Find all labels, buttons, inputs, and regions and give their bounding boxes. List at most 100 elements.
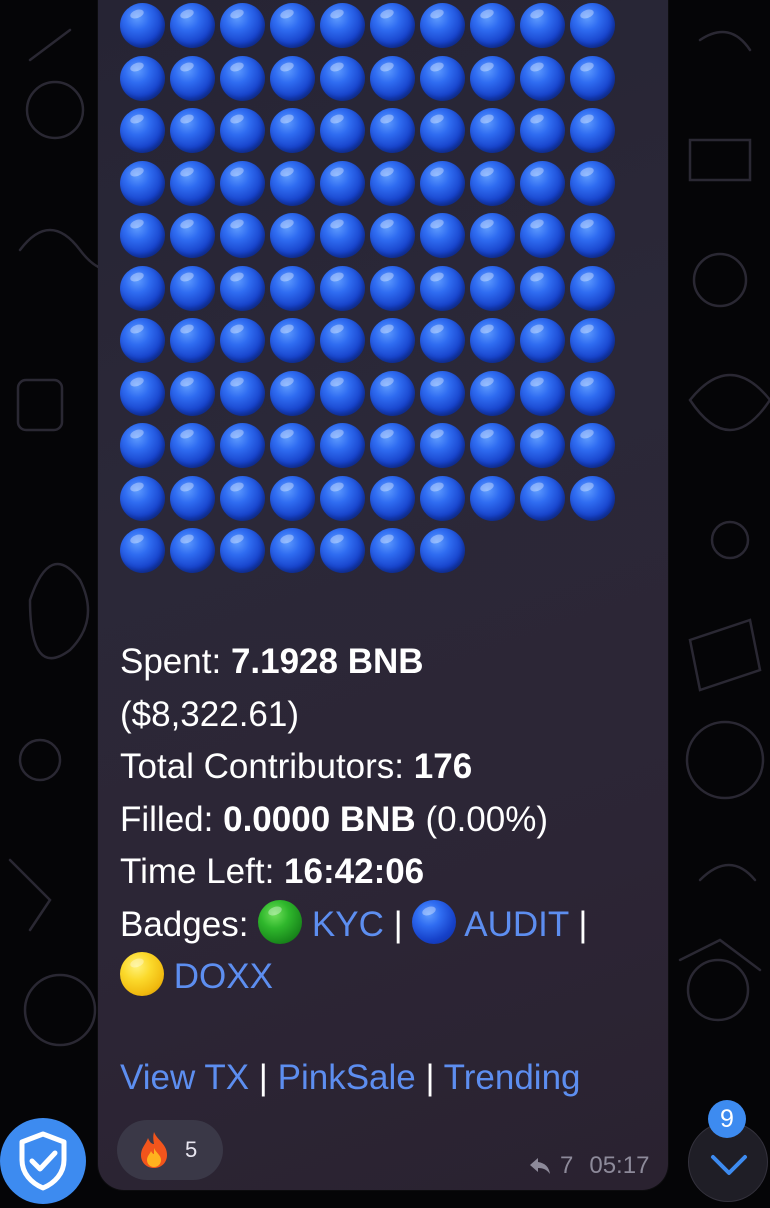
- blue-circle-icon: [270, 423, 315, 468]
- blue-circle-icon: [420, 55, 465, 101]
- blue-circle-icon: [370, 528, 415, 573]
- reaction-chip[interactable]: 5: [117, 1120, 223, 1180]
- blue-circle-icon: [270, 475, 315, 521]
- blue-circle-icon: [170, 370, 215, 416]
- yellow-circle-icon: [120, 952, 164, 996]
- blue-circle-icon: [270, 108, 315, 153]
- fire-icon: [141, 1132, 167, 1168]
- blue-circle-icon: [520, 265, 565, 311]
- forward-count: 7: [560, 1152, 574, 1179]
- blue-circle-icon: [570, 213, 615, 258]
- blue-circle-icon: [170, 528, 215, 573]
- forward-icon: [530, 1158, 550, 1174]
- blue-circle-icon: [220, 3, 265, 48]
- blue-circle-icon: [220, 423, 265, 468]
- blue-circle-icon: [270, 318, 315, 363]
- blue-circle-icon: [420, 160, 465, 206]
- blue-circle-icon: [270, 265, 315, 311]
- blue-circle-icon: [320, 160, 365, 206]
- message-time: 05:17: [589, 1152, 650, 1179]
- blue-circle-icon: [220, 265, 265, 311]
- green-circle-icon: [258, 899, 303, 944]
- blue-circle-icon: [270, 370, 315, 416]
- blue-circle-icon: [170, 265, 215, 311]
- blue-circle-icon: [570, 265, 615, 311]
- time-left-label: Time Left:: [120, 852, 275, 891]
- blue-circle-icon: [420, 475, 465, 521]
- blue-circle-icon: [170, 475, 215, 521]
- blue-circle-icon: [470, 475, 515, 521]
- blue-circle-icon: [220, 370, 265, 416]
- blue-circle-icon: [370, 108, 415, 153]
- blue-circle-icon: [120, 160, 165, 206]
- contributors-label: Total Contributors:: [120, 747, 405, 786]
- contributors-value: 176: [413, 747, 473, 786]
- blue-circle-icon: [170, 108, 215, 153]
- blue-circle-icon: [470, 160, 515, 206]
- blue-circle-icon: [320, 265, 365, 311]
- blue-circle-icon: [270, 528, 315, 573]
- blue-circle-icon: [370, 423, 415, 468]
- filled-label: Filled:: [120, 799, 214, 839]
- contributors-line: Total Contributors: 176: [120, 741, 660, 794]
- pinksale-link[interactable]: PinkSale: [278, 1058, 416, 1097]
- blue-circle-icon: [120, 3, 165, 48]
- kyc-link[interactable]: KYC: [312, 905, 384, 944]
- reaction-count: 5: [185, 1137, 198, 1162]
- blue-circle-icon: [120, 475, 165, 521]
- blue-circle-icon: [320, 55, 365, 101]
- blue-circle-icon: [420, 318, 465, 363]
- blue-circle-icon: [320, 318, 365, 363]
- blue-circle-icon: [320, 370, 365, 416]
- blue-circle-icon: [520, 108, 565, 153]
- blue-circle-icon: [120, 55, 165, 101]
- audit-link[interactable]: AUDIT: [464, 905, 568, 944]
- blue-circle-icon: [370, 3, 415, 48]
- blue-circle-icon: [320, 528, 365, 573]
- blue-circle-icon: [170, 55, 215, 101]
- separator: |: [578, 904, 588, 944]
- blue-circle-icon: [470, 213, 515, 258]
- blue-circle-icon: [120, 423, 165, 468]
- spent-usd: ($8,322.61): [120, 694, 300, 734]
- blue-circle-icon: [570, 475, 615, 521]
- trending-link[interactable]: Trending: [444, 1058, 581, 1097]
- blue-circle-icon: [520, 55, 565, 101]
- doxx-link[interactable]: DOXX: [174, 957, 273, 996]
- shield-icon[interactable]: [0, 1118, 86, 1204]
- spent-label: Spent:: [120, 642, 222, 681]
- blue-circle-icon: [470, 265, 515, 311]
- blue-circle-icon: [320, 213, 365, 258]
- blue-circle-icon: [520, 370, 565, 416]
- links-row: View TX | PinkSale | Trending: [120, 1058, 581, 1098]
- blue-circle-icon: [120, 265, 165, 311]
- spent-line: Spent: 7.1928 BNB: [120, 636, 660, 689]
- blue-circle-icon: [220, 55, 265, 101]
- blue-circle-icon: [170, 318, 215, 363]
- blue-circle-icon: [270, 213, 315, 258]
- blue-circle-icon: [520, 213, 565, 258]
- blue-circle-icon: [170, 160, 215, 206]
- time-left-value: 16:42:06: [284, 852, 425, 891]
- blue-circle-icon: [420, 3, 465, 48]
- blue-circle-icon: [320, 423, 365, 468]
- blue-circle-icon: [320, 3, 365, 48]
- view-tx-link[interactable]: View TX: [120, 1058, 249, 1097]
- blue-circle-icon: [370, 55, 415, 101]
- spent-usd-line: ($8,322.61): [120, 689, 660, 742]
- blue-circle-icon: [170, 423, 215, 468]
- blue-circle-icon: [570, 318, 615, 363]
- blue-circle-icon: [220, 108, 265, 153]
- blue-circle-icon: [420, 528, 465, 573]
- blue-circle-icon: [320, 475, 365, 521]
- blue-circle-icon: [570, 55, 615, 101]
- blue-circle-icon: [520, 318, 565, 363]
- blue-circle-icon: [470, 318, 515, 363]
- blue-circle-icon: [370, 370, 415, 416]
- blue-circle-icon: [170, 3, 215, 48]
- blue-circle-icon: [570, 423, 615, 468]
- blue-circle-icon: [170, 213, 215, 258]
- separator: |: [258, 1058, 268, 1097]
- blue-circle-icon: [120, 528, 165, 573]
- blue-circle-icon: [120, 213, 165, 258]
